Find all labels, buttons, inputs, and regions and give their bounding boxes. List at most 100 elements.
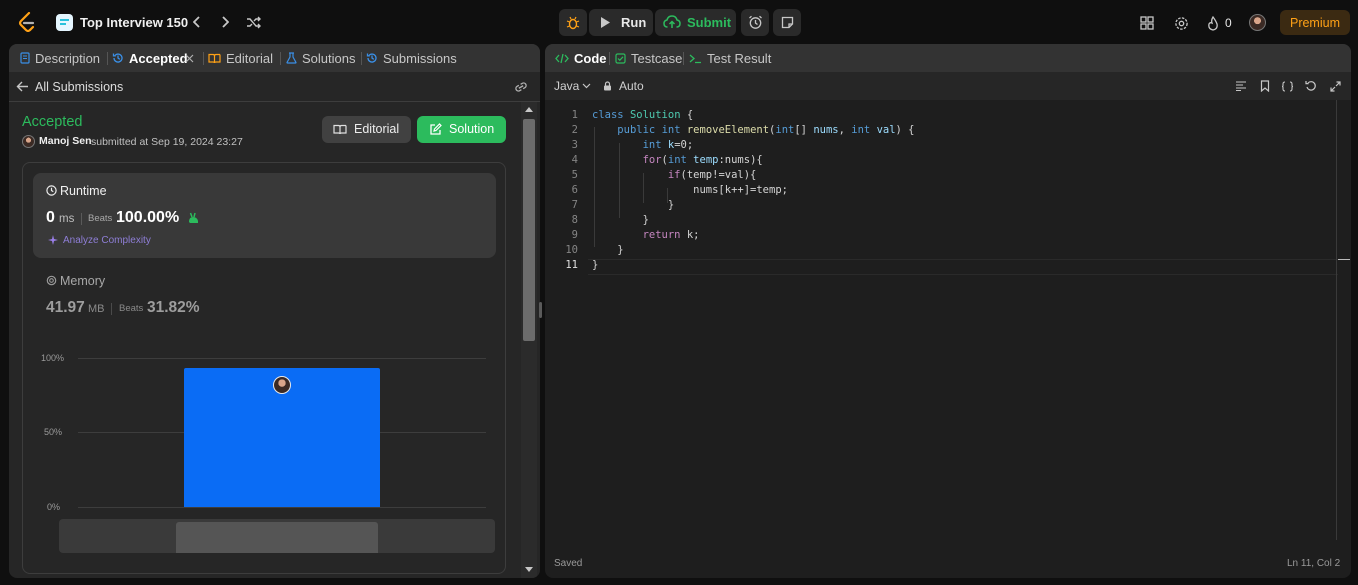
- next-problem-icon[interactable]: [217, 13, 233, 31]
- memory-title: Memory: [60, 274, 106, 288]
- tab-testcase[interactable]: Testcase: [615, 44, 682, 72]
- editorial-button[interactable]: Editorial: [322, 116, 411, 143]
- memory-divider: [111, 303, 112, 315]
- editor-toolbar: Java Auto: [545, 72, 1351, 100]
- layout-grid-icon[interactable]: [1138, 14, 1156, 32]
- solution-button[interactable]: Solution: [417, 116, 506, 143]
- code-line: if(temp!=val){: [667, 169, 757, 181]
- memory-chip-icon: [46, 275, 57, 286]
- clock-icon: [46, 185, 57, 196]
- tab-editorial[interactable]: Editorial: [208, 44, 273, 72]
- submitter-avatar[interactable]: [22, 135, 35, 148]
- premium-button[interactable]: Premium: [1280, 10, 1350, 35]
- tab-code[interactable]: Code: [555, 44, 607, 72]
- book-icon: [333, 124, 347, 135]
- bug-icon: [566, 16, 580, 29]
- problem-list-icon[interactable]: [56, 14, 73, 31]
- runtime-unit: ms: [59, 213, 75, 225]
- code-brackets-icon: [555, 53, 569, 63]
- line-number: 2: [571, 124, 578, 136]
- code-line: for(int temp:nums){: [642, 154, 763, 166]
- terminal-icon: [689, 54, 701, 63]
- runtime-title: Runtime: [60, 184, 107, 198]
- reset-code-icon[interactable]: [1304, 79, 1318, 93]
- runtime-beats-label: Beats: [88, 213, 113, 224]
- tab-divider: [107, 52, 108, 65]
- tab-solutions-label: Solutions: [302, 50, 356, 66]
- tab-description-label: Description: [35, 50, 101, 66]
- shuffle-icon[interactable]: [244, 13, 262, 31]
- line-number: 10: [565, 244, 578, 256]
- submitted-timestamp: submitted at Sep 19, 2024 23:27: [91, 136, 243, 148]
- panel-resize-handle[interactable]: [539, 302, 542, 318]
- code-editor[interactable]: 1 2 3 4 5 6 7 8 9 10 11 class Solution { public in…: [545, 100, 1351, 552]
- analyze-complexity-link[interactable]: Analyze Complexity: [63, 235, 151, 246]
- runtime-beats-value: 100.00%: [116, 209, 180, 226]
- notes-button[interactable]: [773, 9, 801, 36]
- leetcode-logo-icon[interactable]: [16, 11, 38, 33]
- fullscreen-expand-icon[interactable]: [1328, 79, 1342, 93]
- current-line-highlight: [588, 259, 1338, 275]
- streak-fire-icon[interactable]: [1205, 14, 1221, 32]
- left-panel-tab-bar: Description Accepted Editorial Solutions…: [9, 44, 540, 72]
- editorial-button-label: Editorial: [354, 122, 400, 136]
- chart-range-handle[interactable]: [176, 522, 378, 553]
- submit-label: Submit: [687, 15, 732, 30]
- editor-vertical-scrollbar[interactable]: [1336, 100, 1337, 540]
- code-line: return k;: [642, 229, 700, 241]
- tab-test-result[interactable]: Test Result: [689, 44, 771, 72]
- tab-divider: [203, 52, 204, 65]
- left-panel-scrollbar[interactable]: [521, 102, 537, 578]
- debug-button[interactable]: [559, 9, 587, 36]
- user-avatar[interactable]: [1249, 14, 1266, 31]
- runtime-box[interactable]: Runtime 0 ms Beats 100.00% Analyze Compl…: [33, 173, 496, 258]
- scroll-up-icon: [525, 107, 533, 112]
- submission-status: Accepted: [22, 114, 83, 130]
- tab-solutions[interactable]: Solutions: [286, 44, 355, 72]
- tab-submissions[interactable]: Submissions: [366, 44, 457, 72]
- y-tick-label: 50%: [44, 427, 63, 437]
- run-label: Run: [621, 15, 647, 30]
- tab-description[interactable]: Description: [20, 44, 100, 72]
- cursor-position: Ln 11, Col 2: [1287, 558, 1341, 569]
- premium-label: Premium: [1289, 15, 1340, 30]
- tab-editorial-label: Editorial: [226, 50, 273, 66]
- braces-icon[interactable]: [1280, 79, 1294, 93]
- gridline: [78, 507, 486, 508]
- arrow-left-icon: [16, 81, 28, 92]
- top-navigation-bar: Top Interview 150 Run Submit 0 Premium: [0, 0, 1358, 44]
- left-panel: Description Accepted Editorial Solutions…: [9, 44, 540, 578]
- tab-divider: [361, 52, 362, 65]
- tab-accepted[interactable]: Accepted: [112, 44, 188, 72]
- stats-card: Runtime 0 ms Beats 100.00% Analyze Compl…: [22, 162, 506, 574]
- all-submissions-link[interactable]: All Submissions: [15, 77, 155, 97]
- problem-list-title[interactable]: Top Interview 150: [80, 15, 188, 30]
- bookmark-icon[interactable]: [1258, 79, 1272, 93]
- scrollbar-thumb[interactable]: [523, 119, 535, 341]
- lock-icon: [604, 81, 611, 91]
- auto-mode-label: Auto: [619, 79, 644, 93]
- edit-icon: [430, 123, 442, 135]
- copy-link-icon[interactable]: [512, 79, 530, 95]
- solution-button-label: Solution: [449, 122, 495, 136]
- chart-range-slider[interactable]: [59, 519, 495, 553]
- line-number: 9: [571, 229, 578, 241]
- memory-box[interactable]: Memory 41.97 MB Beats 31.82%: [33, 268, 496, 328]
- auto-mode-toggle[interactable]: Auto: [603, 78, 653, 94]
- runtime-value: 0: [46, 209, 55, 226]
- code-panel: Code Testcase Test Result Java Auto 1 2 …: [545, 44, 1351, 578]
- submitter-name[interactable]: Manoj Sen: [39, 135, 92, 147]
- close-tab-icon[interactable]: [183, 51, 195, 65]
- run-button[interactable]: Run: [589, 9, 653, 36]
- timer-button[interactable]: [741, 9, 769, 36]
- language-selector[interactable]: Java: [554, 78, 594, 94]
- tab-divider: [280, 52, 281, 65]
- settings-gear-icon[interactable]: [1172, 14, 1190, 32]
- book-icon: [208, 53, 221, 63]
- format-code-icon[interactable]: [1234, 79, 1248, 93]
- line-number: 4: [571, 154, 578, 166]
- submit-button[interactable]: Submit: [655, 9, 736, 36]
- y-tick-label: 0%: [47, 502, 61, 512]
- history-icon: [366, 53, 377, 63]
- previous-problem-icon[interactable]: [189, 13, 205, 31]
